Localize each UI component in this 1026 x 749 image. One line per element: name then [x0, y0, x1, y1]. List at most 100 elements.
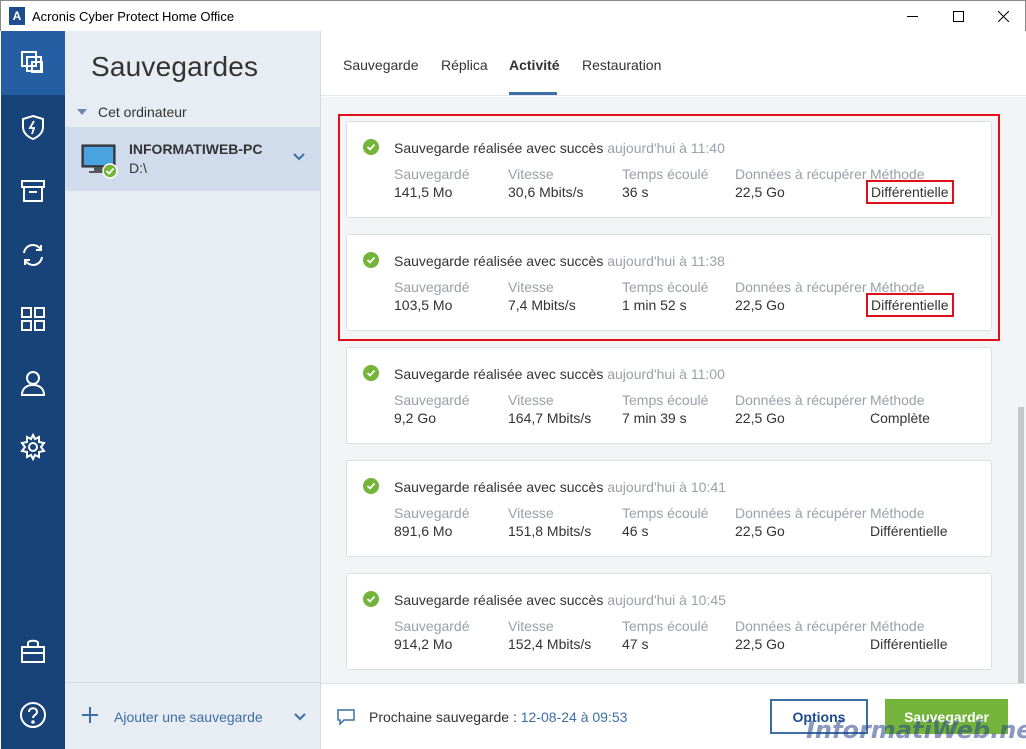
nav-rail	[1, 31, 65, 749]
tab-restauration[interactable]: Restauration	[582, 57, 661, 73]
success-icon	[363, 365, 379, 381]
maximize-button[interactable]	[935, 1, 981, 32]
close-button[interactable]	[980, 1, 1026, 32]
activity-status: Sauvegarde réalisée avec succès aujourd'…	[394, 479, 726, 495]
rail-protection[interactable]	[1, 95, 65, 159]
saved-column: Sauvegardé 914,2 Mo	[394, 618, 470, 652]
plus-icon[interactable]	[81, 706, 99, 724]
method-column: Méthode Différentielle	[870, 618, 948, 652]
rail-store[interactable]	[1, 619, 65, 683]
success-icon	[363, 478, 379, 494]
activity-status: Sauvegarde réalisée avec succès aujourd'…	[394, 253, 725, 269]
recover-column: Données à récupérer 22,5 Go	[735, 166, 867, 200]
help-icon	[20, 702, 46, 728]
saved-column: Sauvegardé 141,5 Mo	[394, 166, 470, 200]
vertical-scrollbar[interactable]	[1018, 97, 1024, 683]
tab-replica[interactable]: Réplica	[441, 57, 488, 73]
success-icon	[363, 591, 379, 607]
maximize-icon	[952, 11, 964, 22]
sidebar-footer: Ajouter une sauvegarde	[65, 682, 320, 749]
gear-icon	[20, 433, 46, 461]
backup-list-item[interactable]: INFORMATIWEB-PC D:\	[65, 127, 320, 191]
chevron-down-icon[interactable]	[293, 151, 305, 163]
rail-settings[interactable]	[1, 415, 65, 479]
minimize-button[interactable]	[889, 1, 935, 32]
app-logo: A	[9, 7, 25, 25]
elapsed-column: Temps écoulé 7 min 39 s	[622, 392, 709, 426]
recover-column: Données à récupérer 22,5 Go	[735, 392, 867, 426]
next-backup-info: Prochaine sauvegarde : 12-08-24 à 09:53	[369, 709, 628, 725]
tab-activite[interactable]: Activité	[509, 57, 560, 73]
active-tab-indicator	[509, 92, 557, 95]
method-column: Méthode Différentielle	[866, 279, 954, 317]
chevron-down-icon[interactable]	[294, 711, 306, 723]
computer-icon	[81, 144, 118, 179]
activity-time: aujourd'hui à 11:40	[607, 140, 725, 156]
store-icon	[21, 639, 45, 663]
backup-drive: D:\	[129, 160, 147, 176]
elapsed-column: Temps écoulé 1 min 52 s	[622, 279, 709, 313]
method-column: Méthode Complète	[870, 392, 930, 426]
section-label: Cet ordinateur	[98, 104, 187, 120]
method-highlight: Différentielle	[866, 180, 954, 204]
backup-icon	[21, 51, 43, 73]
rail-tools[interactable]	[1, 287, 65, 351]
backup-name: INFORMATIWEB-PC	[129, 141, 263, 157]
activity-card: Sauvegarde réalisée avec succès aujourd'…	[346, 347, 992, 444]
saved-column: Sauvegardé 9,2 Go	[394, 392, 470, 426]
scrollbar-thumb[interactable]	[1018, 407, 1024, 683]
minimize-icon	[906, 16, 918, 17]
activity-status: Sauvegarde réalisée avec succès aujourd'…	[394, 140, 725, 156]
method-column: Méthode Différentielle	[866, 166, 954, 204]
speed-column: Vitesse 7,4 Mbits/s	[508, 279, 576, 313]
collapse-arrow-icon	[77, 109, 87, 115]
elapsed-column: Temps écoulé 36 s	[622, 166, 709, 200]
sidebar: Sauvegardes Cet ordinateur INFORMATIWEB-…	[65, 31, 321, 749]
activity-card: Sauvegarde réalisée avec succès aujourd'…	[346, 121, 992, 218]
sync-icon	[23, 244, 43, 266]
rail-archive[interactable]	[1, 159, 65, 223]
grid-icon	[21, 307, 45, 331]
archive-icon	[21, 180, 45, 202]
window-title: Acronis Cyber Protect Home Office	[32, 9, 235, 24]
activity-card: Sauvegarde réalisée avec succès aujourd'…	[346, 460, 992, 557]
activity-status: Sauvegarde réalisée avec succès aujourd'…	[394, 592, 726, 608]
main-panel: Sauvegarde Réplica Activité Restauration…	[321, 31, 1026, 749]
saved-column: Sauvegardé 891,6 Mo	[394, 505, 470, 539]
activity-card: Sauvegarde réalisée avec succès aujourd'…	[346, 573, 992, 670]
account-icon	[20, 371, 46, 396]
rail-account[interactable]	[1, 351, 65, 415]
activity-status: Sauvegarde réalisée avec succès aujourd'…	[394, 366, 725, 382]
elapsed-column: Temps écoulé 46 s	[622, 505, 709, 539]
speed-column: Vitesse 152,4 Mbits/s	[508, 618, 592, 652]
success-icon	[363, 139, 379, 155]
tab-bar: Sauvegarde Réplica Activité Restauration	[321, 31, 1026, 96]
tab-sauvegarde[interactable]: Sauvegarde	[343, 57, 419, 73]
speed-column: Vitesse 164,7 Mbits/s	[508, 392, 592, 426]
shield-icon	[22, 114, 44, 141]
activity-time: aujourd'hui à 10:45	[607, 592, 726, 608]
method-highlight: Différentielle	[866, 293, 954, 317]
watermark: InformatiWeb.net	[806, 716, 1026, 744]
elapsed-column: Temps écoulé 47 s	[622, 618, 709, 652]
activity-time: aujourd'hui à 11:38	[607, 253, 725, 269]
recover-column: Données à récupérer 22,5 Go	[735, 505, 867, 539]
title-bar: A Acronis Cyber Protect Home Office	[0, 0, 1026, 31]
close-icon	[997, 11, 1009, 22]
rail-backup[interactable]	[1, 31, 65, 95]
recover-column: Données à récupérer 22,5 Go	[735, 618, 867, 652]
speed-column: Vitesse 30,6 Mbits/s	[508, 166, 584, 200]
rail-sync[interactable]	[1, 223, 65, 287]
activity-time: aujourd'hui à 11:00	[607, 366, 725, 382]
rail-help[interactable]	[1, 683, 65, 747]
chat-bubble-icon[interactable]	[336, 708, 356, 726]
sidebar-title: Sauvegardes	[91, 51, 259, 82]
recover-column: Données à récupérer 22,5 Go	[735, 279, 867, 313]
section-header[interactable]: Cet ordinateur	[77, 104, 187, 120]
add-backup-link[interactable]: Ajouter une sauvegarde	[114, 709, 263, 725]
activity-time: aujourd'hui à 10:41	[607, 479, 726, 495]
activity-card: Sauvegarde réalisée avec succès aujourd'…	[346, 234, 992, 331]
next-backup-time: 12-08-24 à 09:53	[520, 709, 628, 725]
saved-column: Sauvegardé 103,5 Mo	[394, 279, 470, 313]
method-column: Méthode Différentielle	[870, 505, 948, 539]
